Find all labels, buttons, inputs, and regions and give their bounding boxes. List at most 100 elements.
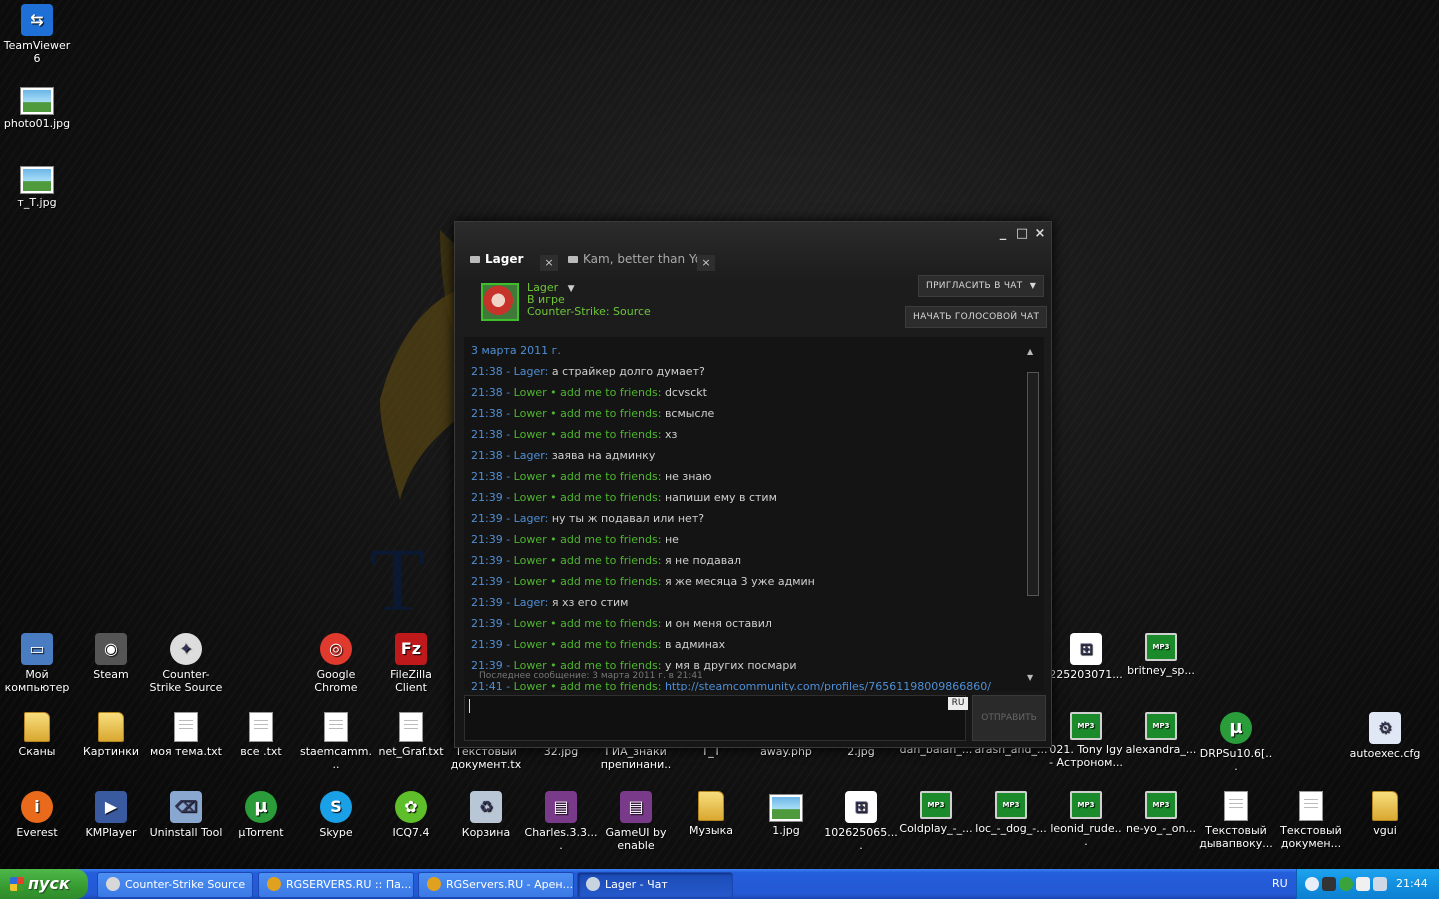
message-sender[interactable]: Lower • add me to friends — [514, 470, 658, 483]
svg-text:T: T — [370, 531, 425, 630]
tray-arrow-icon[interactable] — [1305, 877, 1319, 891]
desktop-icon[interactable]: net_Graf.txt — [374, 712, 448, 758]
scroll-up-icon[interactable]: ▲ — [1027, 347, 1033, 356]
desktop-icon[interactable]: Музыка — [674, 791, 748, 837]
desktop-icon[interactable]: ◎ Google Chrome — [299, 633, 373, 694]
taskbar-window-button[interactable]: RGServers.RU - Арен... — [418, 872, 574, 898]
message-sender[interactable]: Lager — [514, 512, 545, 525]
desktop-icon-label: leonid_rude... — [1050, 822, 1122, 848]
tab-close-button[interactable]: × — [697, 255, 715, 271]
desktop-icon[interactable]: MP3 loc_-_dog_-... — [974, 791, 1048, 835]
message-sender[interactable]: Lower • add me to friends — [514, 428, 658, 441]
desktop-icon[interactable]: ◉ Steam — [74, 633, 148, 681]
desktop-icon[interactable]: MP3 britney_sp... — [1124, 633, 1198, 677]
desktop-icon[interactable]: µ DRPSu10.6[... — [1199, 712, 1273, 773]
desktop-icon[interactable]: моя тема.txt — [149, 712, 223, 758]
folder-icon — [1372, 791, 1398, 821]
message-sender[interactable]: Lager — [514, 449, 545, 462]
message-sender[interactable]: Lower • add me to friends — [514, 533, 658, 546]
message-input[interactable] — [464, 695, 966, 741]
network-tray-icon[interactable] — [1356, 877, 1370, 891]
desktop-icon[interactable]: ⚙ autoexec.cfg — [1348, 712, 1422, 760]
desktop-icon[interactable]: ⊞ 102625065.... — [824, 791, 898, 852]
chat-message: 21:39 - Lager: ну ты ж подавал или нет? — [471, 512, 704, 525]
start-voice-chat-button[interactable]: НАЧАТЬ ГОЛОСОВОЙ ЧАТ — [905, 306, 1048, 328]
desktop-icon[interactable]: Картинки — [74, 712, 148, 758]
chat-message: 21:38 - Lower • add me to friends: dcvsc… — [471, 386, 707, 399]
desktop-icon[interactable]: vgui — [1348, 791, 1422, 837]
message-link[interactable]: http://steamcommunity.com/profiles/76561… — [665, 680, 991, 691]
minimize-button[interactable]: _ — [996, 226, 1010, 241]
message-sender[interactable]: Lower • add me to friends — [514, 638, 658, 651]
start-button[interactable]: пуск — [0, 869, 88, 899]
message-sender[interactable]: Lower • add me to friends — [514, 575, 658, 588]
taskbar-window-button[interactable]: Counter-Strike Source — [97, 872, 253, 898]
image-file-icon — [20, 166, 54, 194]
desktop-icon[interactable]: µ µTorrent — [224, 791, 298, 839]
message-time: 21:39 — [471, 575, 503, 588]
taskbar-window-button[interactable]: Lager - Чат — [577, 872, 733, 898]
desktop-icon[interactable]: ▤ GameUI by enable v3.0.... — [599, 791, 673, 852]
desktop-icon[interactable]: MP3 ne-yo_-_on... — [1124, 791, 1198, 835]
desktop-icon[interactable]: i Everest — [0, 791, 74, 839]
desktop-icon[interactable]: Сканы — [0, 712, 74, 758]
desktop-icon[interactable]: ⊞ 225203071... — [1049, 633, 1123, 681]
desktop-icon[interactable]: S Skype — [299, 791, 373, 839]
icq-tray-icon[interactable] — [1339, 877, 1353, 891]
scrollbar-thumb[interactable] — [1027, 372, 1039, 596]
message-sender[interactable]: Lower • add me to friends — [514, 386, 658, 399]
send-button[interactable]: ОТПРАВИТЬ — [972, 695, 1046, 741]
desktop-icon[interactable]: ⌫ Uninstall Tool — [149, 791, 223, 839]
desktop-icon[interactable]: ⇆ TeamViewer 6 — [0, 4, 74, 65]
message-sender[interactable]: Lower • add me to friends — [514, 407, 658, 420]
desktop-icon[interactable]: ▭ Мой компьютер — [0, 633, 74, 694]
mp3-file-icon: MP3 — [1070, 791, 1102, 819]
message-history[interactable]: 3 марта 2011 г. 21:38 - Lager: а страйке… — [464, 337, 1044, 691]
desktop-icon[interactable]: Fz FileZilla Client — [374, 633, 448, 694]
message-colon: : — [657, 533, 665, 546]
message-time: 21:38 — [471, 407, 503, 420]
maximize-button[interactable]: □ — [1015, 226, 1029, 241]
scroll-down-icon[interactable]: ▼ — [1027, 673, 1033, 682]
app-icon — [586, 877, 600, 891]
desktop-icon[interactable]: ▤ Charles.3.3.... — [524, 791, 598, 852]
desktop-icon[interactable]: все .txt — [224, 712, 298, 758]
tab-close-button[interactable]: × — [540, 255, 558, 271]
avatar[interactable] — [481, 283, 519, 321]
desktop-icon[interactable]: staemcamm... — [299, 712, 373, 771]
desktop-icon[interactable]: ▶ KMPlayer — [74, 791, 148, 839]
message-sender[interactable]: Lower • add me to friends — [514, 680, 658, 691]
desktop-icon-label: 225203071... — [1049, 668, 1123, 681]
message-sender[interactable]: Lager — [514, 365, 545, 378]
desktop-icon[interactable]: Текстовый дывапвоку... — [1199, 791, 1273, 850]
tab-lager[interactable]: Lager — [470, 252, 523, 266]
scrollbar[interactable]: ▲ ▼ — [1026, 347, 1039, 683]
desktop-icon[interactable]: 1.jpg — [749, 791, 823, 837]
desktop-icon[interactable]: т_Т.jpg — [0, 163, 74, 209]
message-sender[interactable]: Lager — [514, 596, 545, 609]
desktop-icon[interactable]: ✿ ICQ7.4 — [374, 791, 448, 839]
app-icon: ⊞ — [845, 791, 877, 823]
tab-kam[interactable]: Kam, better than You — [568, 252, 710, 266]
message-sender[interactable]: Lower • add me to friends — [514, 617, 658, 630]
desktop-icon[interactable]: MP3 alexandra_... — [1124, 712, 1198, 756]
steam-tray-icon[interactable] — [1322, 877, 1336, 891]
message-sender[interactable]: Lower • add me to friends — [514, 554, 658, 567]
chevron-down-icon: ▼ — [1029, 281, 1037, 290]
steam-chat-window[interactable]: _ □ × Lager × Kam, better than You × Lag… — [454, 221, 1052, 748]
volume-icon[interactable] — [1373, 877, 1387, 891]
desktop-icon[interactable]: ♻ Корзина — [449, 791, 523, 839]
taskbar-window-button[interactable]: RGSERVERS.RU :: Па... — [258, 872, 414, 898]
language-indicator[interactable]: RU — [1272, 869, 1288, 899]
message-sender[interactable]: Lower • add me to friends — [514, 491, 658, 504]
desktop-icon[interactable]: MP3 Coldplay_-_... — [899, 791, 973, 835]
chevron-down-icon[interactable]: ▼ — [568, 284, 575, 294]
desktop-icon[interactable]: photo01.jpg — [0, 84, 74, 130]
desktop-icon[interactable]: MP3 021. Tony Igy - Астроном... — [1049, 712, 1123, 769]
desktop-icon[interactable]: Текстовый докумен... — [1274, 791, 1348, 850]
date-header: 3 марта 2011 г. — [471, 344, 561, 357]
invite-to-chat-button[interactable]: ПРИГЛАСИТЬ В ЧАТ ▼ — [918, 275, 1045, 297]
desktop-icon[interactable]: ✦ Counter-Strike Source — [149, 633, 223, 694]
desktop-icon[interactable]: MP3 leonid_rude... — [1049, 791, 1123, 848]
close-button[interactable]: × — [1033, 226, 1047, 241]
